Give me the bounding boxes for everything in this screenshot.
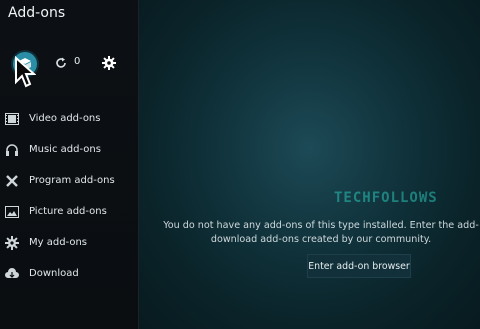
refresh-icon[interactable] (55, 57, 67, 69)
sidebar-item-video-addons[interactable]: Video add-ons (0, 103, 138, 134)
sidebar-item-download[interactable]: Download (0, 258, 138, 289)
picture-icon (5, 205, 19, 219)
tools-icon (5, 174, 19, 188)
update-count: 0 (74, 56, 81, 67)
main-panel: TECHFOLLOWS You do not have any add-ons … (139, 0, 480, 329)
sidebar: Add-ons 0 Video add-ons Music add-ons Pr… (0, 0, 139, 329)
sidebar-item-label: Program add-ons (29, 175, 115, 186)
sidebar-item-label: Video add-ons (29, 113, 101, 124)
empty-message: You do not have any add-ons of this type… (161, 219, 480, 247)
mouse-cursor-icon (15, 56, 36, 88)
empty-message-line1: You do not have any add-ons of this type… (163, 220, 479, 231)
enter-addon-browser-button[interactable]: Enter add-on browser (307, 254, 411, 278)
sidebar-item-my-addons[interactable]: My add-ons (0, 227, 138, 258)
sidebar-item-label: Download (29, 268, 79, 279)
sidebar-item-picture-addons[interactable]: Picture add-ons (0, 196, 138, 227)
film-icon (5, 112, 19, 126)
gear-icon[interactable] (102, 56, 116, 70)
cloud-download-icon (5, 267, 19, 281)
gear-box-icon (5, 235, 19, 250)
sidebar-item-program-addons[interactable]: Program add-ons (0, 165, 138, 196)
sidebar-item-label: My add-ons (29, 237, 88, 248)
watermark-logo: TECHFOLLOWS (334, 190, 438, 206)
sidebar-item-music-addons[interactable]: Music add-ons (0, 134, 138, 165)
page-title: Add-ons (8, 5, 66, 21)
empty-message-line2: download add-ons created by our communit… (210, 234, 432, 245)
sidebar-menu: Video add-ons Music add-ons Program add-… (0, 103, 138, 289)
sidebar-item-label: Picture add-ons (29, 206, 107, 217)
sidebar-item-label: Music add-ons (29, 144, 101, 155)
headphones-icon (5, 143, 19, 157)
